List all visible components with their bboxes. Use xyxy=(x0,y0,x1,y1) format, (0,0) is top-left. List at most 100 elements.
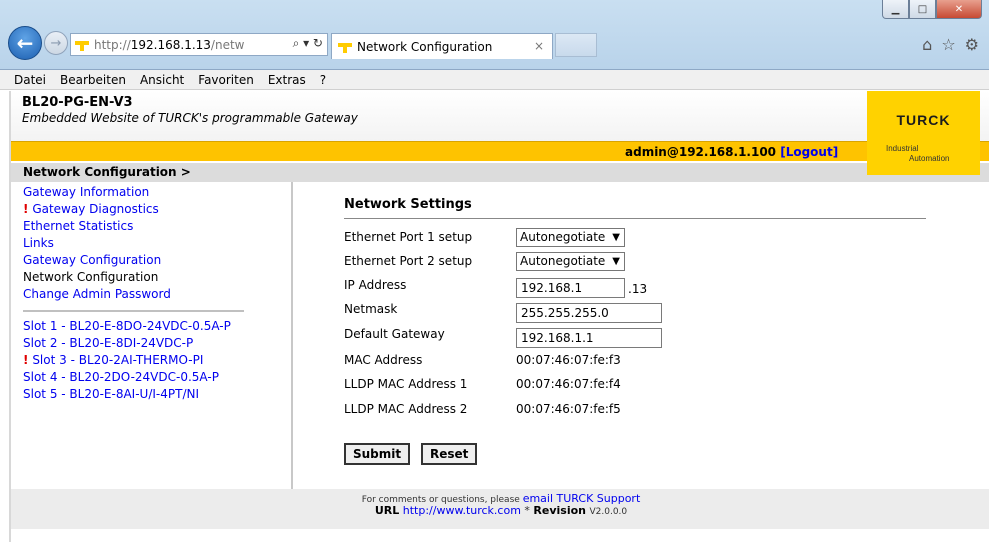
lldp2-label: LLDP MAC Address 2 xyxy=(344,402,468,416)
breadcrumb: Network Configuration > xyxy=(11,163,989,182)
sidebar-item-gateway-diagnostics[interactable]: ! Gateway Diagnostics xyxy=(23,201,244,218)
maximize-button[interactable]: □ xyxy=(909,0,936,19)
slot-label: Slot 4 - BL20-2DO-24VDC-0.5A-P xyxy=(23,370,219,384)
address-bar-icons[interactable]: ⌕ ▾ ↻ xyxy=(289,36,323,51)
sidebar-item-change-admin-password[interactable]: Change Admin Password xyxy=(23,286,244,303)
sidebar-item-network-configuration: Network Configuration xyxy=(23,269,244,286)
url-suffix: /netw xyxy=(210,37,245,52)
sidebar: Gateway Information ! Gateway Diagnostic… xyxy=(11,182,293,489)
sidebar-slot-1[interactable]: Slot 1 - BL20-E-8DO-24VDC-0.5A-P xyxy=(23,318,244,335)
ip-address-input[interactable]: 192.168.1 xyxy=(516,278,625,298)
settings-gear-icon[interactable]: ⚙ xyxy=(965,35,979,54)
netmask-input[interactable]: 255.255.255.0 xyxy=(516,303,662,323)
sidebar-item-label: Ethernet Statistics xyxy=(23,219,134,233)
close-window-button[interactable]: ✕ xyxy=(936,0,982,19)
page-footer: For comments or questions, please email … xyxy=(11,489,989,529)
chevron-down-icon: ▼ xyxy=(612,256,620,267)
sidebar-item-label: Gateway Information xyxy=(23,185,150,199)
toolbar-icons: ⌂ ☆ ⚙ xyxy=(922,35,979,54)
sidebar-item-gateway-configuration[interactable]: Gateway Configuration xyxy=(23,252,244,269)
mac-label: MAC Address xyxy=(344,353,423,367)
sidebar-item-links[interactable]: Links xyxy=(23,235,244,252)
forward-arrow-icon: → xyxy=(50,35,62,51)
menu-bar: Datei Bearbeiten Ansicht Favoriten Extra… xyxy=(0,70,989,90)
revision-label: Revision xyxy=(533,504,586,517)
gateway-label: Default Gateway xyxy=(344,327,445,341)
tab-favicon-icon xyxy=(338,41,352,53)
menu-item-extras[interactable]: Extras xyxy=(268,73,306,87)
revision-value: V2.0.0.0 xyxy=(589,507,628,517)
slot-label: Slot 3 - BL20-2AI-THERMO-PI xyxy=(32,353,204,367)
home-icon[interactable]: ⌂ xyxy=(922,35,932,54)
url-host: 192.168.1.13 xyxy=(130,37,211,52)
footer-url-line: URL http://www.turck.com * Revision V2.0… xyxy=(11,504,989,517)
window-controls: ▁ □ ✕ xyxy=(882,0,982,19)
lldp1-label: LLDP MAC Address 1 xyxy=(344,377,468,391)
lldp2-value: 00:07:46:07:fe:f5 xyxy=(516,402,621,416)
forward-button[interactable]: → xyxy=(44,31,68,55)
sidebar-item-label: Gateway Diagnostics xyxy=(32,202,159,216)
footer-separator: * xyxy=(524,504,530,517)
back-button[interactable]: ← xyxy=(8,26,42,60)
sidebar-item-label: Links xyxy=(23,236,54,250)
heading-rule xyxy=(344,218,926,219)
warning-mark-icon: ! xyxy=(23,202,29,216)
menu-item-favoriten[interactable]: Favoriten xyxy=(198,73,254,87)
sidebar-item-label: Network Configuration xyxy=(23,270,159,284)
sidebar-item-label: Change Admin Password xyxy=(23,287,171,301)
new-tab-button[interactable] xyxy=(555,33,597,57)
logo-text: TURCK xyxy=(896,112,951,128)
sidebar-item-label: Gateway Configuration xyxy=(23,253,162,267)
warning-mark-icon: ! xyxy=(23,353,29,367)
menu-item-help[interactable]: ? xyxy=(320,73,326,87)
sidebar-slot-4[interactable]: Slot 4 - BL20-2DO-24VDC-0.5A-P xyxy=(23,369,244,386)
tab-close-icon[interactable]: × xyxy=(534,39,544,53)
chevron-down-icon: ▼ xyxy=(612,232,620,243)
device-title: BL20-PG-EN-V3 xyxy=(22,95,133,110)
reset-button[interactable]: Reset xyxy=(421,443,478,465)
port1-select-value: Autonegotiate xyxy=(520,230,606,244)
ip-label: IP Address xyxy=(344,278,407,292)
web-page: BL20-PG-EN-V3 Embedded Website of TURCK'… xyxy=(9,91,989,542)
tab-title: Network Configuration xyxy=(357,39,493,54)
menu-item-datei[interactable]: Datei xyxy=(14,73,46,87)
mac-value: 00:07:46:07:fe:f3 xyxy=(516,353,621,367)
turck-favicon-icon xyxy=(75,39,89,51)
url-label: URL xyxy=(374,504,400,517)
address-bar[interactable]: http://192.168.1.13/netw ⌕ ▾ ↻ xyxy=(70,33,328,56)
port2-select-value: Autonegotiate xyxy=(520,254,606,268)
port2-select[interactable]: Autonegotiate ▼ xyxy=(516,252,625,271)
page-header: BL20-PG-EN-V3 Embedded Website of TURCK'… xyxy=(11,91,989,141)
sidebar-item-ethernet-statistics[interactable]: Ethernet Statistics xyxy=(23,218,244,235)
turck-website-link[interactable]: http://www.turck.com xyxy=(403,504,521,517)
sidebar-slot-3[interactable]: ! Slot 3 - BL20-2AI-THERMO-PI xyxy=(23,352,244,369)
tab-network-configuration[interactable]: Network Configuration × xyxy=(331,33,553,59)
logo-automation: Automation xyxy=(909,154,950,163)
favorites-star-icon[interactable]: ☆ xyxy=(941,35,955,54)
menu-item-ansicht[interactable]: Ansicht xyxy=(140,73,184,87)
slot-label: Slot 5 - BL20-E-8AI-U/I-4PT/NI xyxy=(23,387,200,401)
slot-label: Slot 1 - BL20-E-8DO-24VDC-0.5A-P xyxy=(23,319,231,333)
default-gateway-input[interactable]: 192.168.1.1 xyxy=(516,328,662,348)
user-bar: admin@192.168.1.100 [Logout] xyxy=(11,141,989,161)
user-info: admin@192.168.1.100 [Logout] xyxy=(625,145,838,159)
netmask-label: Netmask xyxy=(344,302,398,316)
back-arrow-icon: ← xyxy=(16,31,34,55)
form-heading: Network Settings xyxy=(344,197,472,212)
ip-suffix: .13 xyxy=(628,282,648,296)
sidebar-slot-5[interactable]: Slot 5 - BL20-E-8AI-U/I-4PT/NI xyxy=(23,386,244,403)
sidebar-item-gateway-information[interactable]: Gateway Information xyxy=(23,184,244,201)
minimize-button[interactable]: ▁ xyxy=(882,0,909,19)
turck-logo: TURCK Industrial Automation xyxy=(867,91,980,175)
sidebar-slot-2[interactable]: Slot 2 - BL20-E-8DI-24VDC-P xyxy=(23,335,244,352)
sidebar-divider xyxy=(23,310,244,312)
menu-item-bearbeiten[interactable]: Bearbeiten xyxy=(60,73,126,87)
slot-label: Slot 2 - BL20-E-8DI-24VDC-P xyxy=(23,336,194,350)
logout-link[interactable]: [Logout] xyxy=(780,145,838,159)
port1-label: Ethernet Port 1 setup xyxy=(344,230,473,244)
url-prefix: http:// xyxy=(94,37,131,52)
port1-select[interactable]: Autonegotiate ▼ xyxy=(516,228,625,247)
port2-label: Ethernet Port 2 setup xyxy=(344,254,473,268)
submit-button[interactable]: Submit xyxy=(344,443,411,465)
device-subtitle: Embedded Website of TURCK's programmable… xyxy=(22,111,358,125)
